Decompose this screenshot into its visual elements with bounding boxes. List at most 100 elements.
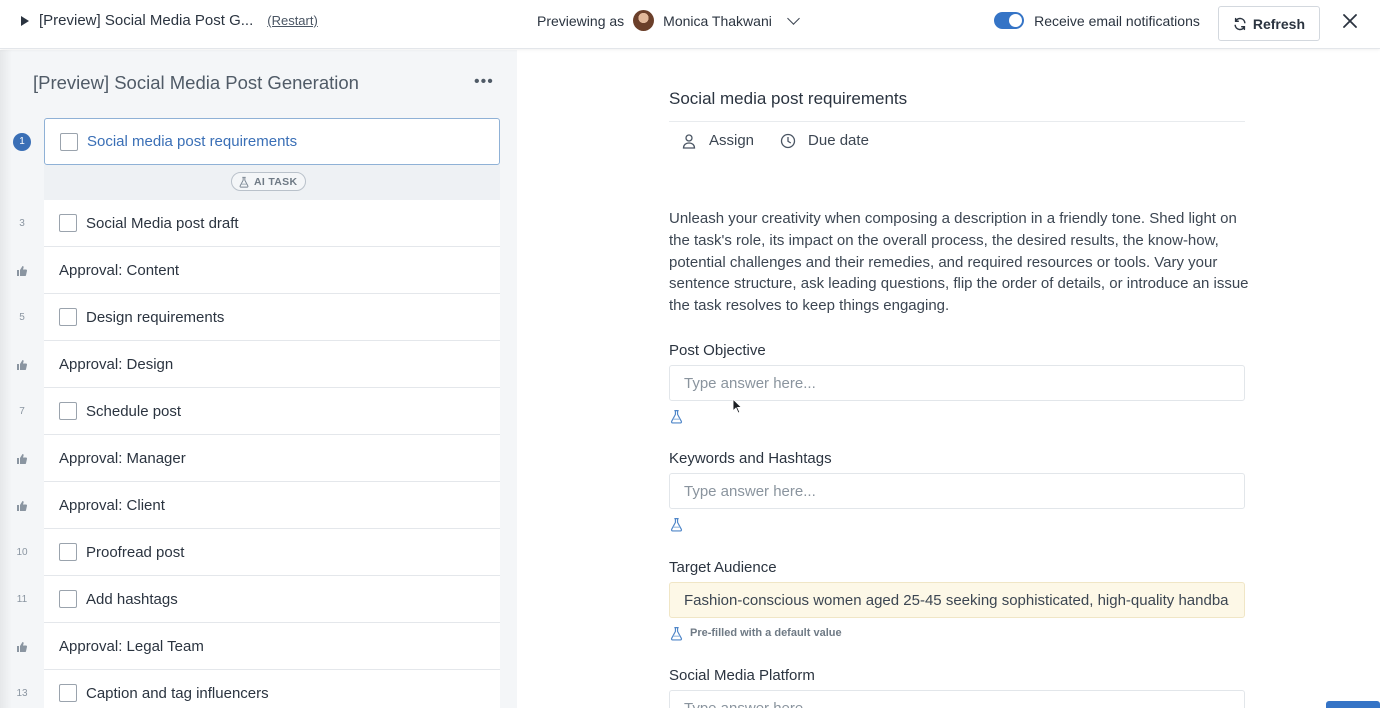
approval-marker	[0, 435, 44, 482]
ai-flask-icon	[239, 176, 249, 188]
assign-label: Assign	[709, 132, 755, 149]
task-detail-title: Social media post requirements	[669, 89, 908, 108]
top-bar: [Preview] Social Media Post G... (Restar…	[0, 0, 1380, 49]
refresh-icon	[1234, 17, 1246, 30]
post-objective-input[interactable]	[669, 365, 1245, 401]
task-label: Design requirements	[86, 308, 225, 326]
task-row[interactable]: 13 Caption and tag influencers	[0, 670, 517, 708]
approval-marker	[0, 247, 44, 294]
task-meta-actions: Assign Due date	[681, 132, 869, 149]
field-label: Keywords and Hashtags	[669, 450, 832, 467]
task-card[interactable]: Design requirements	[44, 294, 500, 341]
approval-row[interactable]: Approval: Client	[0, 482, 517, 529]
task-checkbox[interactable]	[59, 308, 77, 326]
approval-row[interactable]: Approval: Design	[0, 341, 517, 388]
task-row[interactable]: 5 Design requirements	[0, 294, 517, 341]
previewing-label: Previewing as	[537, 12, 625, 29]
approval-card[interactable]: Approval: Legal Team	[44, 623, 500, 670]
email-notifications-label: Receive email notifications	[1034, 12, 1200, 29]
task-card[interactable]: Proofread post	[44, 529, 500, 576]
approval-marker	[0, 623, 44, 670]
clock-icon	[780, 133, 796, 148]
task-label: Add hashtags	[86, 590, 178, 608]
mouse-cursor-icon	[732, 398, 742, 414]
form-field-target-audience: Target Audience Fashion-conscious women …	[669, 559, 1245, 642]
user-icon	[682, 133, 696, 149]
task-label: Caption and tag influencers	[86, 684, 269, 702]
task-checkbox[interactable]	[60, 132, 78, 151]
avatar	[633, 10, 655, 31]
more-options-icon[interactable]: •••	[474, 73, 494, 91]
ai-flask-icon	[670, 409, 683, 424]
divider	[669, 121, 1245, 122]
task-number: 7	[19, 406, 25, 417]
assign-button[interactable]: Assign	[681, 132, 754, 149]
floating-button[interactable]	[1326, 701, 1380, 708]
task-row[interactable]: 10 Proofread post	[0, 529, 517, 576]
prefilled-note: Pre-filled with a default value	[690, 627, 842, 639]
approval-label: Approval: Client	[59, 496, 165, 514]
target-audience-input[interactable]: Fashion-conscious women aged 25-45 seeki…	[669, 582, 1245, 618]
approval-row[interactable]: Approval: Manager	[0, 435, 517, 482]
preview-title: [Preview] Social Media Post G...	[39, 12, 254, 29]
field-note	[669, 407, 1245, 425]
refresh-label: Refresh	[1252, 15, 1305, 32]
task-checkbox[interactable]	[59, 684, 77, 702]
task-detail-panel: Social media post requirements Assign Du…	[517, 50, 1380, 708]
close-icon	[1343, 13, 1357, 28]
social-platform-input[interactable]	[669, 690, 1245, 708]
task-number: 13	[16, 688, 28, 699]
approval-card[interactable]: Approval: Client	[44, 482, 500, 529]
task-card[interactable]: Caption and tag influencers	[44, 670, 500, 708]
form-field-social-platform: Social Media Platform	[669, 667, 1245, 708]
thumbs-up-icon	[17, 641, 28, 652]
task-card-selected[interactable]: Social media post requirements	[44, 118, 500, 165]
task-card[interactable]: Social Media post draft	[44, 200, 500, 247]
refresh-button[interactable]: Refresh	[1217, 6, 1320, 41]
task-list: 1 Social media post requirements AI TASK…	[0, 118, 517, 708]
field-note	[669, 515, 1245, 533]
approval-card[interactable]: Approval: Design	[44, 341, 500, 388]
thumbs-up-icon	[17, 359, 28, 370]
workflow-title: [Preview] Social Media Post Generation	[33, 72, 359, 93]
ai-task-badge: AI TASK	[231, 172, 307, 191]
approval-row[interactable]: Approval: Content	[0, 247, 517, 294]
user-name[interactable]: Monica Thakwani	[663, 13, 772, 29]
approval-label: Approval: Design	[59, 355, 174, 373]
task-row[interactable]: 7 Schedule post	[0, 388, 517, 435]
due-date-button[interactable]: Due date	[780, 132, 869, 149]
restart-link[interactable]: (Restart)	[267, 13, 318, 28]
approval-card[interactable]: Approval: Manager	[44, 435, 500, 482]
approval-row[interactable]: Approval: Legal Team	[0, 623, 517, 670]
approval-marker	[0, 341, 44, 388]
task-card[interactable]: Add hashtags	[44, 576, 500, 623]
form-field-keywords: Keywords and Hashtags	[669, 450, 1245, 533]
task-label: Social media post requirements	[87, 133, 298, 150]
close-button[interactable]	[1320, 0, 1380, 41]
task-checkbox[interactable]	[59, 402, 77, 420]
workflow-panel: [Preview] Social Media Post Generation •…	[0, 50, 517, 708]
task-row[interactable]: 11 Add hashtags	[0, 576, 517, 623]
task-row[interactable]: 3 Social Media post draft	[0, 200, 517, 247]
thumbs-up-icon	[17, 453, 28, 464]
form-field-post-objective: Post Objective	[669, 342, 1245, 425]
thumbs-up-icon	[17, 265, 28, 276]
approval-marker	[0, 482, 44, 529]
approval-label: Approval: Content	[59, 261, 180, 279]
approval-card[interactable]: Approval: Content	[44, 247, 500, 294]
play-icon[interactable]	[21, 15, 29, 26]
task-checkbox[interactable]	[59, 590, 77, 608]
task-label: Schedule post	[86, 402, 182, 420]
task-checkbox[interactable]	[59, 543, 77, 561]
task-row[interactable]: 1 Social media post requirements	[0, 118, 517, 165]
task-number: 3	[19, 218, 25, 229]
chevron-down-icon[interactable]	[786, 11, 800, 25]
task-number: 10	[16, 547, 28, 558]
email-notifications-toggle[interactable]	[994, 12, 1025, 29]
task-card[interactable]: Schedule post	[44, 388, 500, 435]
thumbs-up-icon	[17, 500, 28, 511]
task-number: 1	[0, 118, 44, 165]
task-label: Social Media post draft	[86, 214, 239, 232]
task-checkbox[interactable]	[59, 214, 77, 232]
keywords-hashtags-input[interactable]	[669, 473, 1245, 509]
